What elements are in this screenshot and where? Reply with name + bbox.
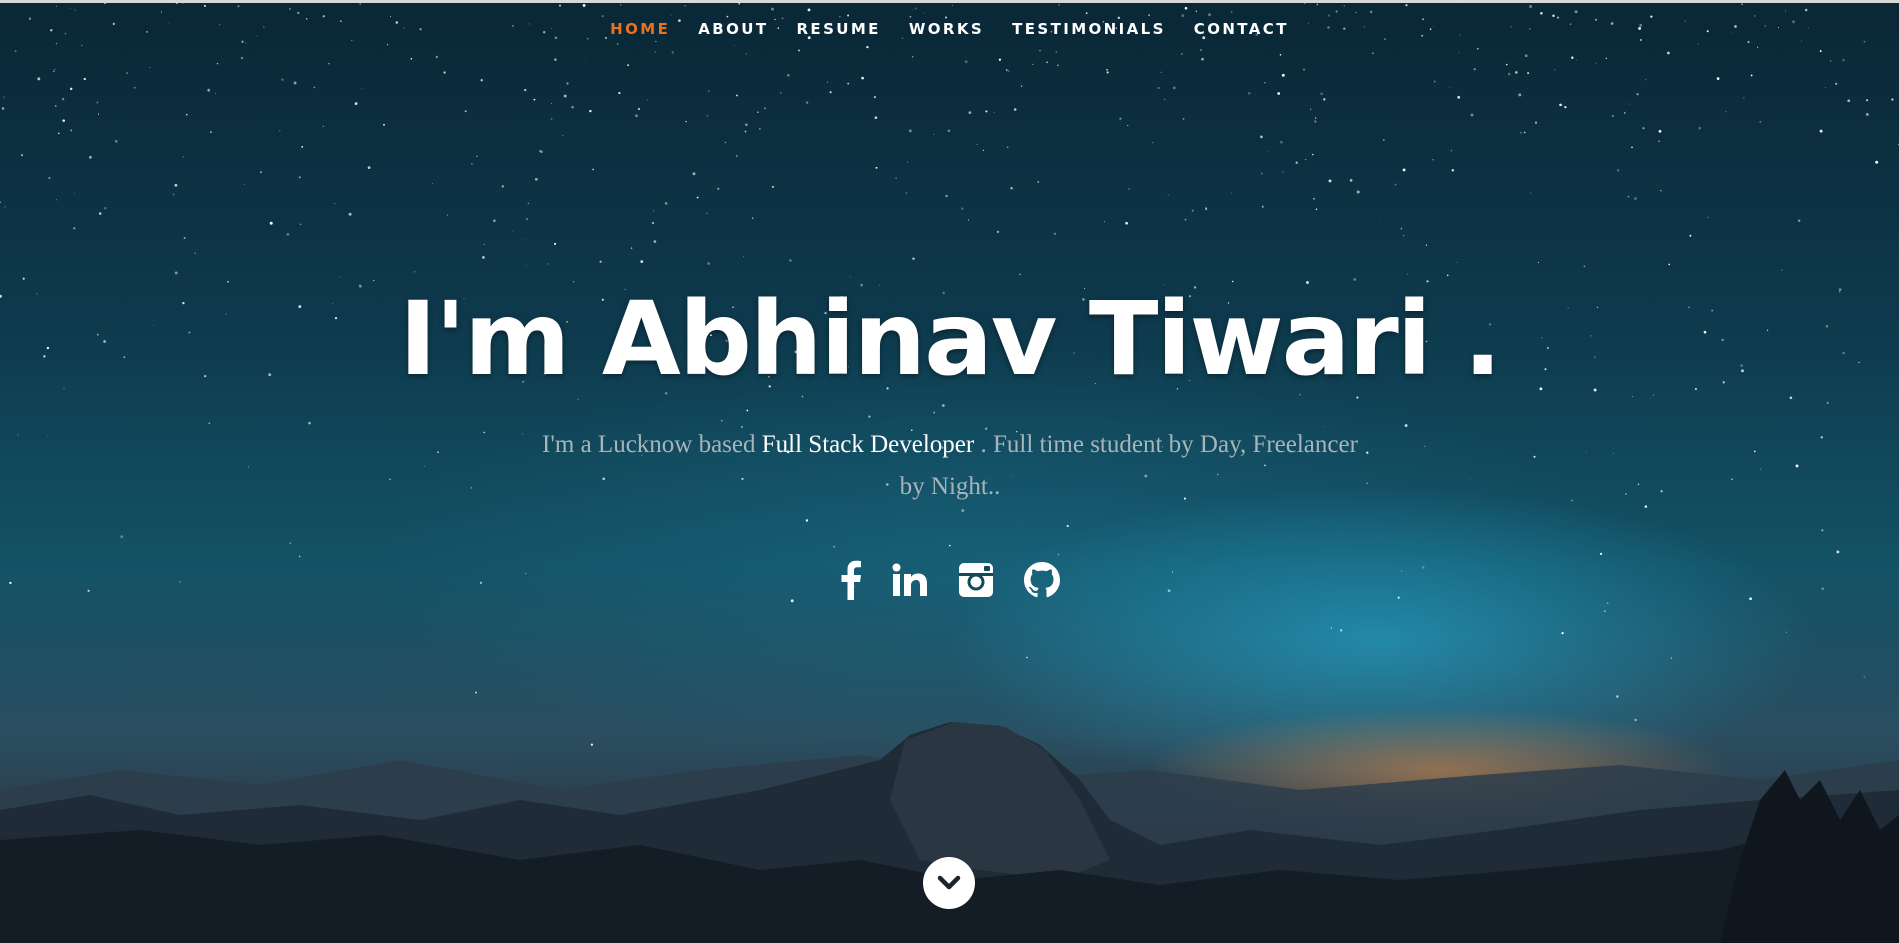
instagram-icon xyxy=(958,563,993,597)
social-links xyxy=(0,560,1899,600)
intro-text: I'm a Lucknow based Full Stack Developer… xyxy=(540,424,1360,508)
intro-highlight: Full Stack Developer xyxy=(761,431,975,458)
github-link[interactable] xyxy=(1023,562,1060,598)
scroll-down-button[interactable] xyxy=(923,857,975,909)
nav-item-testimonials[interactable]: TESTIMONIALS xyxy=(1012,20,1166,38)
nav-item-works[interactable]: WORKS xyxy=(909,20,984,38)
nav-item-resume[interactable]: RESUME xyxy=(796,20,880,38)
github-icon xyxy=(1023,562,1060,598)
nav-item-contact[interactable]: CONTACT xyxy=(1194,20,1289,38)
linkedin-icon xyxy=(892,563,927,596)
main-nav: HOME ABOUT RESUME WORKS TESTIMONIALS CONTACT xyxy=(0,20,1899,38)
chevron-down-icon xyxy=(937,875,961,890)
nav-item-about[interactable]: ABOUT xyxy=(698,20,768,38)
intro-prefix: I'm a Lucknow based xyxy=(542,431,762,458)
top-border xyxy=(0,0,1899,3)
hero-section: HOME ABOUT RESUME WORKS TESTIMONIALS CONTACT … xyxy=(0,0,1899,943)
nav-item-home[interactable]: HOME xyxy=(610,20,670,38)
instagram-link[interactable] xyxy=(958,562,994,598)
facebook-link[interactable] xyxy=(840,560,862,600)
page-title: I'm Abhinav Tiwari . xyxy=(398,280,1502,399)
linkedin-link[interactable] xyxy=(892,563,928,597)
facebook-icon xyxy=(841,560,861,600)
